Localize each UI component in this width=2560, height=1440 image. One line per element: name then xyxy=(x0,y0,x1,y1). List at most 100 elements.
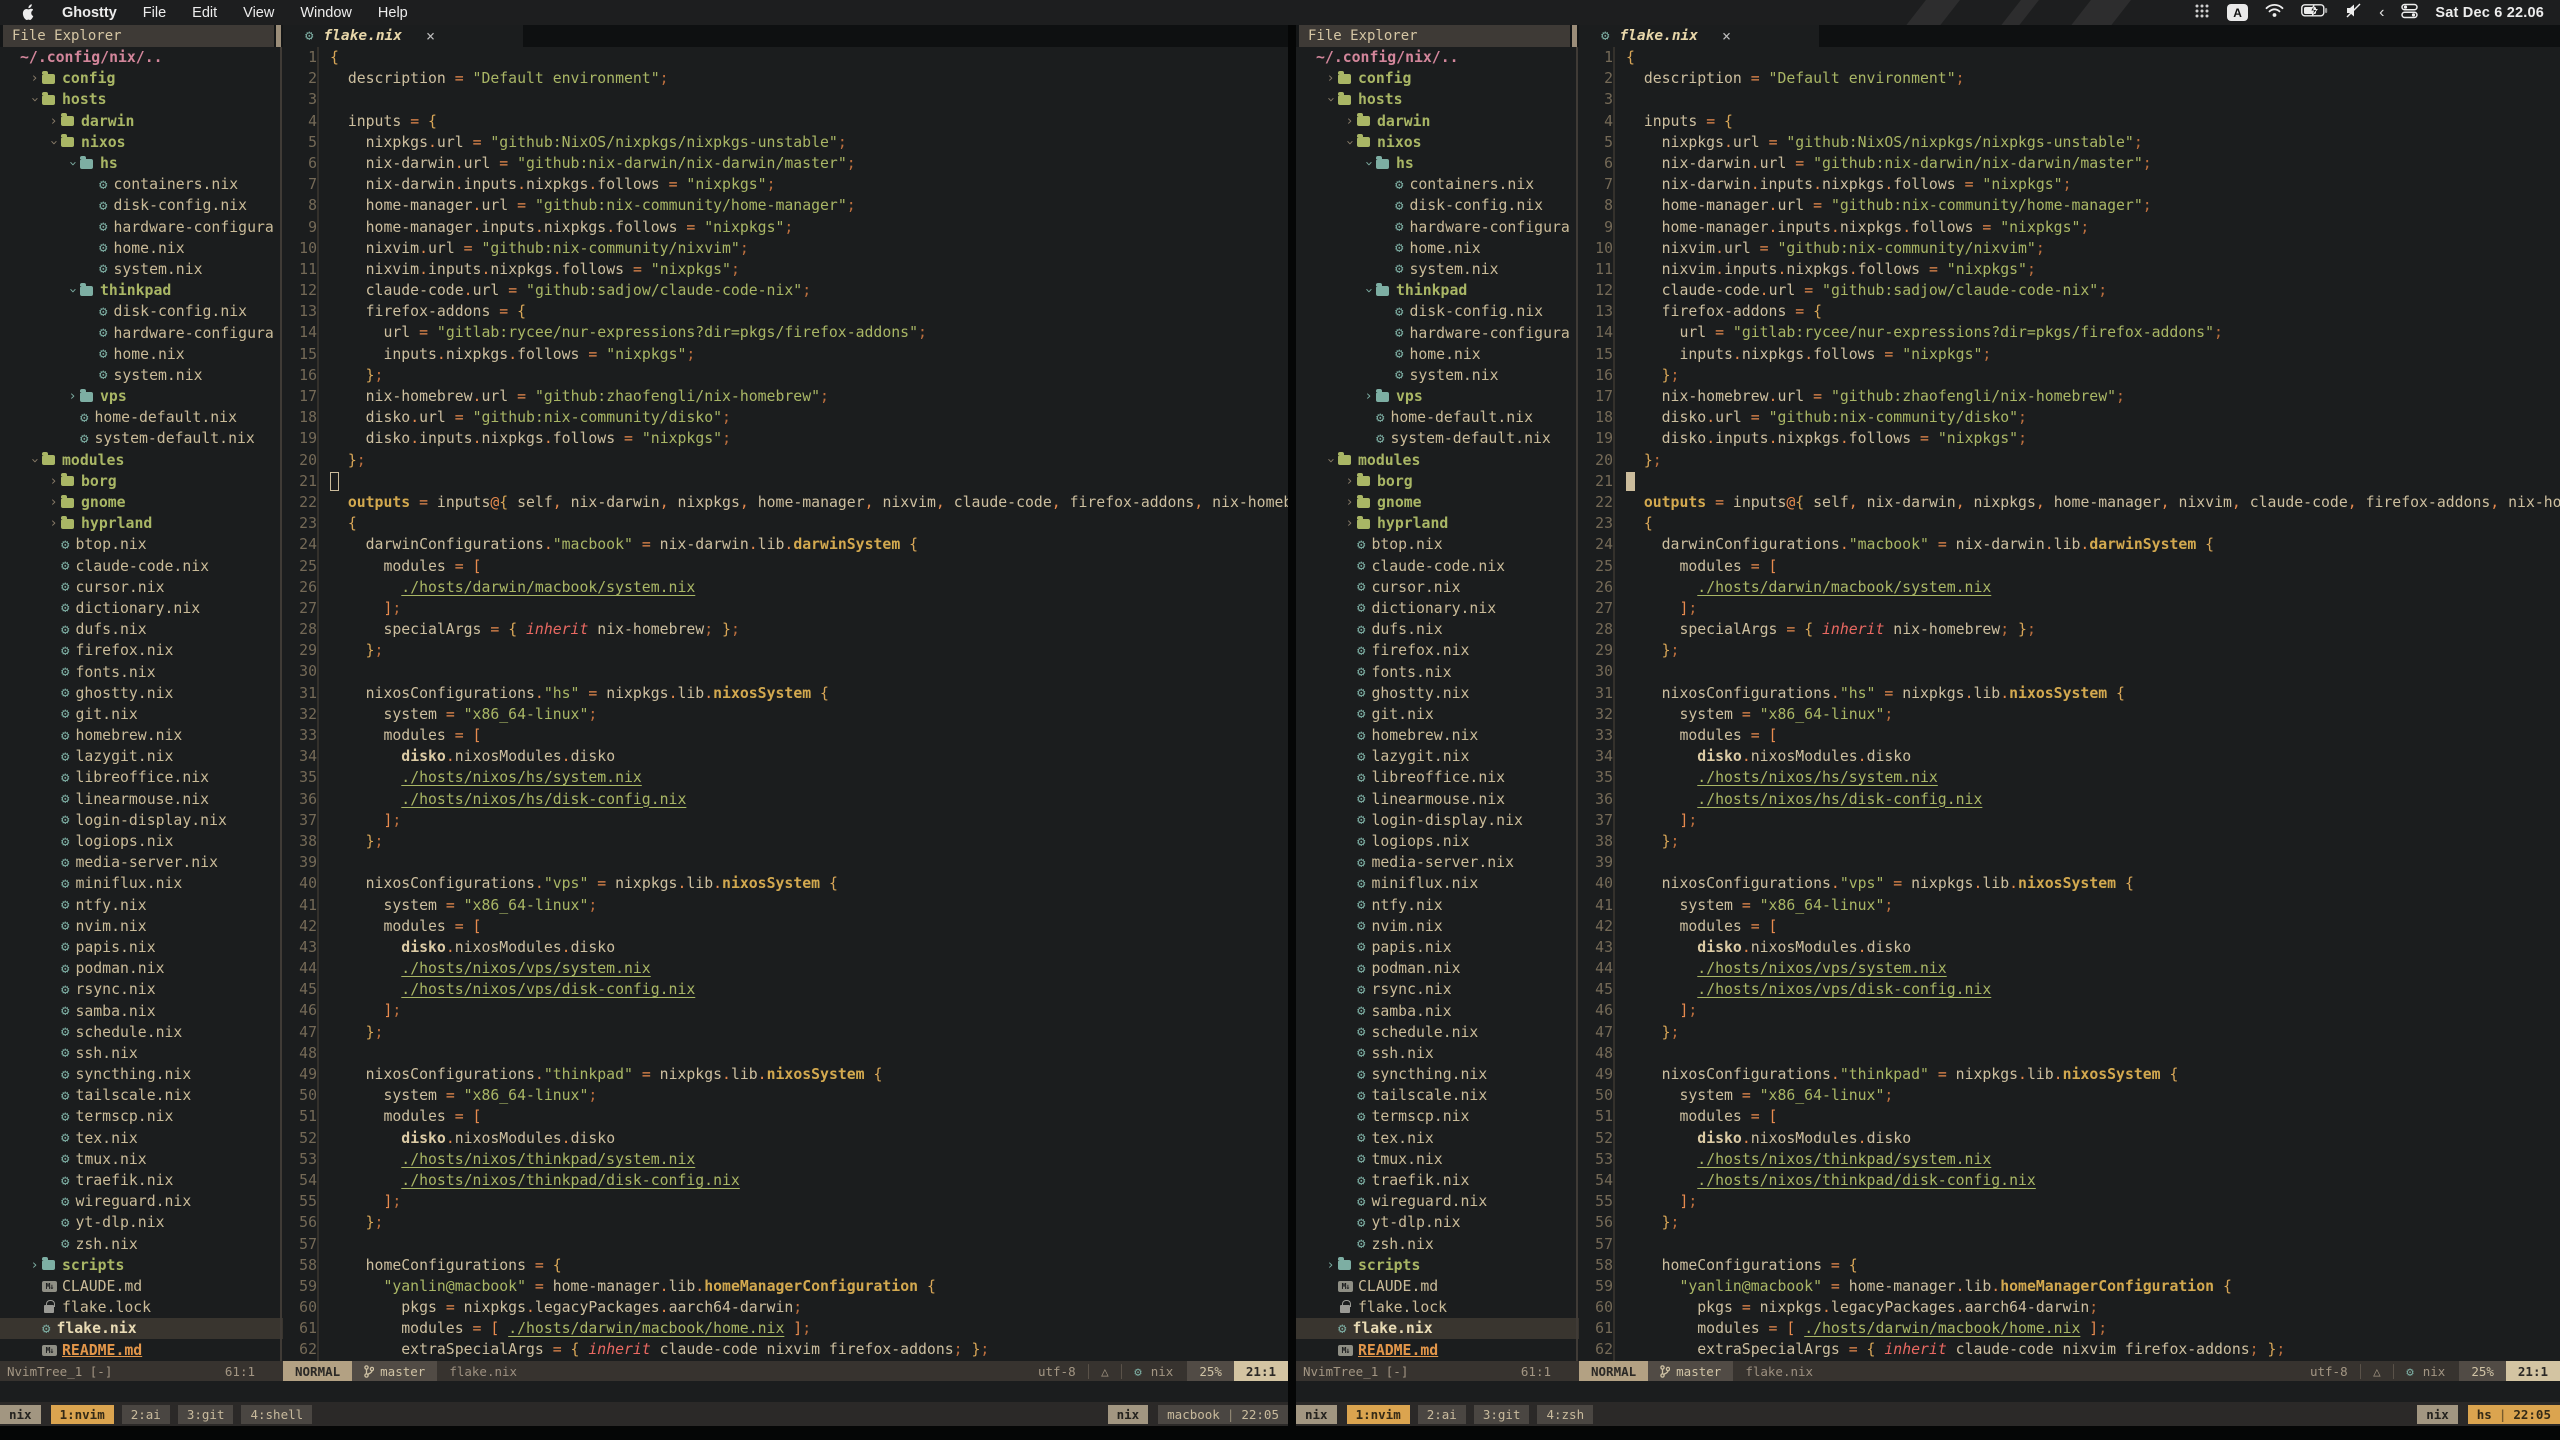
apps-grid-icon[interactable] xyxy=(2194,3,2210,23)
tree-item-home-nix[interactable]: ⚙home.nix xyxy=(0,238,283,259)
tree-item-hs[interactable]: ›hs xyxy=(1296,153,1579,174)
tree-item-homebrew-nix[interactable]: ⚙homebrew.nix xyxy=(1296,725,1579,746)
tree-item-containers-nix[interactable]: ⚙containers.nix xyxy=(1296,174,1579,195)
tree-root-path[interactable]: ~/.config/nix/.. xyxy=(1296,47,1579,68)
tree-item-media-server-nix[interactable]: ⚙media-server.nix xyxy=(0,852,283,873)
tree-item-tmux-nix[interactable]: ⚙tmux.nix xyxy=(0,1149,283,1170)
tree-item-flake-nix[interactable]: ⚙flake.nix xyxy=(1296,1318,1579,1339)
tree-item-linearmouse-nix[interactable]: ⚙linearmouse.nix xyxy=(0,789,283,810)
tree-item-thinkpad[interactable]: ›thinkpad xyxy=(0,280,283,301)
tree-item-claude-code-nix[interactable]: ⚙claude-code.nix xyxy=(1296,556,1579,577)
tree-item-home-default-nix[interactable]: ⚙home-default.nix xyxy=(0,407,283,428)
tree-item-nixos[interactable]: ›nixos xyxy=(1296,132,1579,153)
chevron-down-icon[interactable]: › xyxy=(65,156,80,171)
chevron-down-icon[interactable]: › xyxy=(46,135,61,150)
tree-item-hosts[interactable]: ›hosts xyxy=(0,89,283,110)
tmux-session-name-right[interactable]: nix xyxy=(1108,1405,1149,1424)
tree-item-dufs-nix[interactable]: ⚙dufs.nix xyxy=(1296,619,1579,640)
chevron-right-icon[interactable]: › xyxy=(1361,389,1376,404)
tree-item-scripts[interactable]: ›scripts xyxy=(0,1255,283,1276)
tree-item-wireguard-nix[interactable]: ⚙wireguard.nix xyxy=(1296,1191,1579,1212)
tree-item-tex-nix[interactable]: ⚙tex.nix xyxy=(1296,1128,1579,1149)
chevron-down-icon[interactable]: › xyxy=(1323,92,1338,107)
tree-item-zsh-nix[interactable]: ⚙zsh.nix xyxy=(0,1234,283,1255)
tree-item-rsync-nix[interactable]: ⚙rsync.nix xyxy=(0,979,283,1000)
input-source-icon[interactable]: A xyxy=(2227,4,2248,21)
tree-item-ssh-nix[interactable]: ⚙ssh.nix xyxy=(1296,1043,1579,1064)
tree-item-modules[interactable]: ›modules xyxy=(0,450,283,471)
tmux-window-2-ai[interactable]: 2:ai xyxy=(122,1405,170,1424)
tree-item-syncthing-nix[interactable]: ⚙syncthing.nix xyxy=(1296,1064,1579,1085)
tree-item-homebrew-nix[interactable]: ⚙homebrew.nix xyxy=(0,725,283,746)
tree-item-fonts-nix[interactable]: ⚙fonts.nix xyxy=(0,661,283,682)
tree-item-btop-nix[interactable]: ⚙btop.nix xyxy=(0,534,283,555)
apple-menu-icon[interactable] xyxy=(21,4,36,21)
chevron-right-icon[interactable]: › xyxy=(1342,495,1357,510)
code-buffer[interactable]: { description = "Default environment"; i… xyxy=(317,47,1288,1361)
tree-item-btop-nix[interactable]: ⚙btop.nix xyxy=(1296,534,1579,555)
explorer-scrollbar-thumb[interactable] xyxy=(276,25,281,47)
tree-item-ntfy-nix[interactable]: ⚙ntfy.nix xyxy=(0,895,283,916)
tree-item-logiops-nix[interactable]: ⚙logiops.nix xyxy=(1296,831,1579,852)
tree-item-git-nix[interactable]: ⚙git.nix xyxy=(1296,704,1579,725)
tree-item-hosts[interactable]: ›hosts xyxy=(1296,89,1579,110)
tab-flake-nix[interactable]: ⚙flake.nix× xyxy=(1579,25,1819,47)
tree-item-nixos[interactable]: ›nixos xyxy=(0,132,283,153)
tree-item-cursor-nix[interactable]: ⚙cursor.nix xyxy=(1296,577,1579,598)
tree-item-yt-dlp-nix[interactable]: ⚙yt-dlp.nix xyxy=(1296,1212,1579,1233)
tree-item-scripts[interactable]: ›scripts xyxy=(1296,1255,1579,1276)
tree-item-login-display-nix[interactable]: ⚙login-display.nix xyxy=(0,810,283,831)
explorer-scrollbar-thumb[interactable] xyxy=(1572,25,1577,47)
tree-item-ntfy-nix[interactable]: ⚙ntfy.nix xyxy=(1296,895,1579,916)
tree-item-media-server-nix[interactable]: ⚙media-server.nix xyxy=(1296,852,1579,873)
tree-item-libreoffice-nix[interactable]: ⚙libreoffice.nix xyxy=(0,767,283,788)
tree-item-git-nix[interactable]: ⚙git.nix xyxy=(0,704,283,725)
tree-item-wireguard-nix[interactable]: ⚙wireguard.nix xyxy=(0,1191,283,1212)
tree-item-vps[interactable]: ›vps xyxy=(0,386,283,407)
tree-item-flake-nix[interactable]: ⚙flake.nix xyxy=(0,1318,283,1339)
tree-item-zsh-nix[interactable]: ⚙zsh.nix xyxy=(1296,1234,1579,1255)
menu-file[interactable]: File xyxy=(143,5,166,21)
tree-item-hardware-configura[interactable]: ⚙hardware-configura xyxy=(0,322,283,343)
tmux-window-4-zsh[interactable]: 4:zsh xyxy=(1537,1405,1593,1424)
tree-item-containers-nix[interactable]: ⚙containers.nix xyxy=(0,174,283,195)
tree-item-logiops-nix[interactable]: ⚙logiops.nix xyxy=(0,831,283,852)
tree-item-tex-nix[interactable]: ⚙tex.nix xyxy=(0,1128,283,1149)
tree-item-ghostty-nix[interactable]: ⚙ghostty.nix xyxy=(1296,683,1579,704)
menu-app-name[interactable]: Ghostty xyxy=(62,5,117,21)
tree-item-borg[interactable]: ›borg xyxy=(0,471,283,492)
tmux-session-name-right[interactable]: nix xyxy=(2417,1405,2458,1424)
tmux-window-4-shell[interactable]: 4:shell xyxy=(241,1405,312,1424)
tree-item-claude-md[interactable]: M↓CLAUDE.md xyxy=(0,1276,283,1297)
tree-item-gnome[interactable]: ›gnome xyxy=(0,492,283,513)
tree-item-termscp-nix[interactable]: ⚙termscp.nix xyxy=(0,1106,283,1127)
tree-item-hardware-configura[interactable]: ⚙hardware-configura xyxy=(1296,322,1579,343)
tree-item-darwin[interactable]: ›darwin xyxy=(0,111,283,132)
chevron-right-icon[interactable]: › xyxy=(46,114,61,129)
wifi-icon[interactable] xyxy=(2265,3,2284,22)
menu-edit[interactable]: Edit xyxy=(192,5,217,21)
tree-item-hardware-configura[interactable]: ⚙hardware-configura xyxy=(0,217,283,238)
tree-item-system-nix[interactable]: ⚙system.nix xyxy=(0,365,283,386)
tmux-session-name[interactable]: nix xyxy=(1296,1405,1337,1424)
tree-item-samba-nix[interactable]: ⚙samba.nix xyxy=(0,1000,283,1021)
tree-item-flake-lock[interactable]: flake.lock xyxy=(1296,1297,1579,1318)
tree-item-tailscale-nix[interactable]: ⚙tailscale.nix xyxy=(1296,1085,1579,1106)
tree-item-readme-md[interactable]: M↓README.md xyxy=(1296,1339,1579,1360)
menu-window[interactable]: Window xyxy=(300,5,352,21)
chevron-down-icon[interactable]: › xyxy=(27,92,42,107)
tree-item-nvim-nix[interactable]: ⚙nvim.nix xyxy=(0,916,283,937)
tree-item-disk-config-nix[interactable]: ⚙disk-config.nix xyxy=(1296,301,1579,322)
tree-item-disk-config-nix[interactable]: ⚙disk-config.nix xyxy=(1296,195,1579,216)
tree-item-miniflux-nix[interactable]: ⚙miniflux.nix xyxy=(1296,873,1579,894)
tmux-window-1-nvim[interactable]: 1:nvim xyxy=(51,1405,114,1424)
tree-item-login-display-nix[interactable]: ⚙login-display.nix xyxy=(1296,810,1579,831)
tree-item-home-nix[interactable]: ⚙home.nix xyxy=(0,344,283,365)
tree-item-claude-md[interactable]: M↓CLAUDE.md xyxy=(1296,1276,1579,1297)
menu-view[interactable]: View xyxy=(243,5,274,21)
chevron-down-icon[interactable]: › xyxy=(1342,135,1357,150)
chevron-down-icon[interactable]: › xyxy=(65,283,80,298)
chevron-right-icon[interactable]: › xyxy=(65,389,80,404)
chevron-down-icon[interactable]: › xyxy=(27,453,42,468)
tree-root-path[interactable]: ~/.config/nix/.. xyxy=(0,47,283,68)
